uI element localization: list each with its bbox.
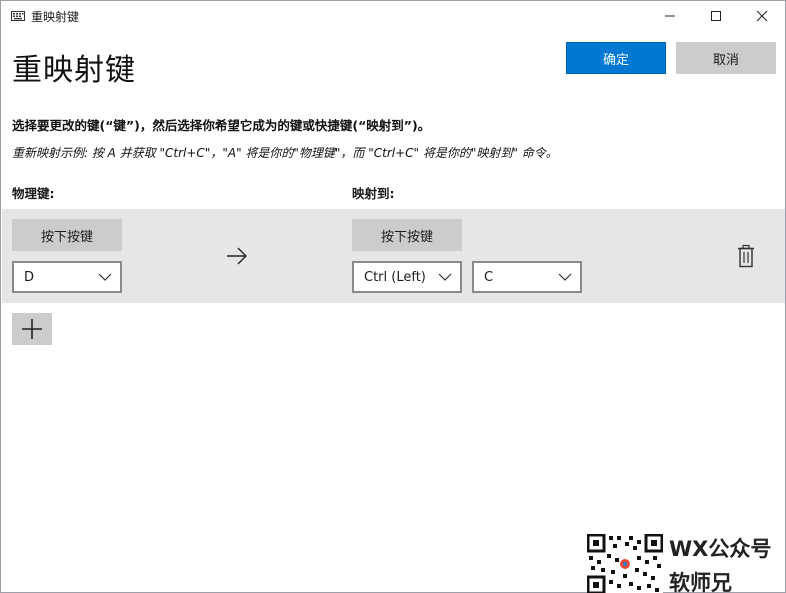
physical-key-column-label: 物理键: bbox=[12, 186, 55, 201]
mapped-modifier-dropdown[interactable]: Ctrl (Left) bbox=[352, 261, 462, 293]
example-text: 重新映射示例: 按 A 并获取 "Ctrl+C"，"A" 将是你的"物理键"，而… bbox=[12, 146, 558, 160]
remap-keys-window: 重映射键 重映射键 确定 取消 选择要更改的键(“键”)，然后选择你希望它成为的… bbox=[0, 0, 786, 593]
arrow-right-icon bbox=[227, 247, 247, 265]
chevron-down-icon bbox=[98, 273, 112, 281]
close-icon bbox=[756, 10, 768, 22]
ok-button[interactable]: 确定 bbox=[566, 42, 666, 74]
watermark-line-2: 软师兄 bbox=[669, 571, 732, 593]
window-title: 重映射键 bbox=[31, 10, 80, 24]
physical-press-key-button[interactable]: 按下按键 bbox=[12, 219, 122, 251]
mapped-key-dropdown[interactable]: C bbox=[472, 261, 582, 293]
cancel-button[interactable]: 取消 bbox=[676, 42, 776, 74]
physical-key-value: D bbox=[24, 269, 35, 285]
page-title: 重映射键 bbox=[12, 53, 136, 88]
minimize-icon bbox=[665, 15, 675, 17]
physical-key-dropdown[interactable]: D bbox=[12, 261, 122, 293]
mapped-press-key-button[interactable]: 按下按键 bbox=[352, 219, 462, 251]
mapped-modifier-value: Ctrl (Left) bbox=[364, 269, 426, 285]
mapped-to-column-label: 映射到: bbox=[352, 186, 395, 201]
minimize-button[interactable] bbox=[647, 1, 693, 31]
qr-code-icon bbox=[587, 534, 663, 593]
mapped-key-value: C bbox=[484, 269, 494, 285]
chevron-down-icon bbox=[558, 273, 572, 281]
watermark-line-1: WX公众号 bbox=[669, 537, 772, 561]
add-mapping-button[interactable] bbox=[12, 313, 52, 345]
delete-row-trash-icon[interactable] bbox=[735, 244, 757, 268]
instruction-text: 选择要更改的键(“键”)，然后选择你希望它成为的键或快捷键(“映射到”)。 bbox=[12, 118, 431, 133]
title-bar: 重映射键 bbox=[1, 1, 785, 31]
maximize-icon bbox=[711, 11, 721, 21]
keyboard-icon bbox=[11, 11, 25, 21]
chevron-down-icon bbox=[438, 273, 452, 281]
close-button[interactable] bbox=[739, 1, 785, 31]
plus-icon bbox=[22, 319, 42, 339]
maximize-button[interactable] bbox=[693, 1, 739, 31]
